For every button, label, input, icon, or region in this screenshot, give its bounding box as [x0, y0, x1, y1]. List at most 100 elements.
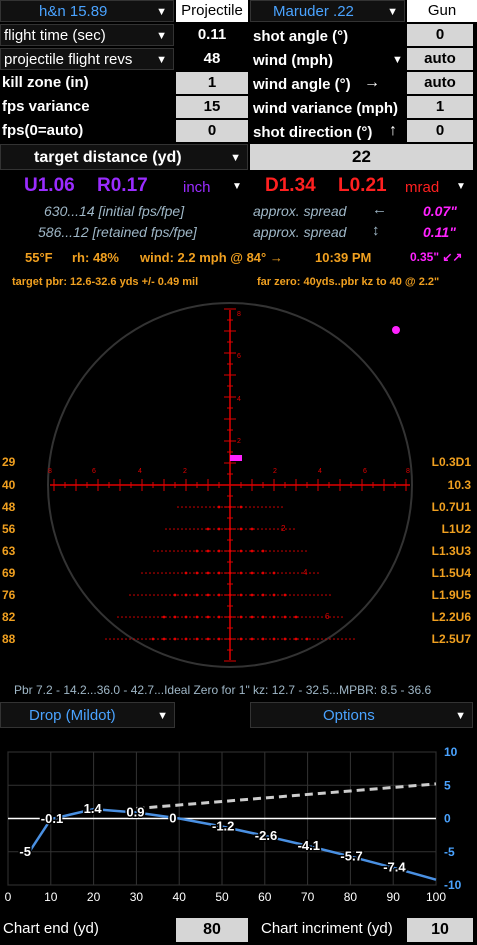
- reticle-dot: [161, 594, 163, 596]
- reticle-dot: [237, 638, 239, 640]
- reticle-dot: [301, 594, 303, 596]
- reticle-dot: [239, 637, 243, 641]
- reticle-dot: [213, 550, 215, 552]
- reticle-dot: [325, 594, 327, 596]
- shot-direction-input[interactable]: 0: [407, 120, 473, 142]
- reticle-dot: [253, 528, 255, 530]
- reticle-dot: [233, 594, 235, 596]
- y-tick-label: -10: [444, 878, 462, 892]
- reticle-dot: [293, 528, 295, 530]
- reticle-dot: [177, 638, 179, 640]
- unit-mrad[interactable]: mrad: [405, 179, 439, 196]
- gun-header[interactable]: Gun: [407, 0, 477, 22]
- reticle-dot: [289, 572, 291, 574]
- reticle-dot: [209, 638, 211, 640]
- reticle-dot: [201, 616, 203, 618]
- unit-inch[interactable]: inch: [183, 179, 211, 196]
- h-tick-label: 8: [48, 468, 52, 475]
- fps-variance-input[interactable]: 15: [176, 96, 248, 118]
- reticle-dot: [121, 616, 123, 618]
- reticle-dot: [181, 616, 183, 618]
- flight-time-select[interactable]: flight time (sec) ▼: [0, 24, 174, 46]
- rifle-dropdown[interactable]: h&n 15.89 ▼: [0, 0, 174, 22]
- wind-angle-input[interactable]: auto: [407, 72, 473, 94]
- reticle-dot: [239, 593, 243, 597]
- chart-end-input[interactable]: 80: [176, 918, 248, 942]
- flight-revs-select[interactable]: projectile flight revs ▼: [0, 48, 174, 70]
- reticle-dot: [189, 594, 191, 596]
- data-label: -5.7: [340, 848, 362, 863]
- chart-increment-input[interactable]: 10: [407, 918, 473, 942]
- reticle-dot: [265, 594, 267, 596]
- reticle-dot: [133, 638, 135, 640]
- gun-dropdown[interactable]: Maruder .22 ▼: [250, 0, 405, 22]
- reticle-dot: [209, 550, 211, 552]
- reticle-dot: [157, 550, 159, 552]
- projectile-header[interactable]: Projectile: [176, 0, 248, 22]
- reticle-dot: [193, 594, 195, 596]
- far-zero: far zero: 40yds..pbr kz to 40 @ 2.2": [257, 276, 440, 288]
- arrow-left-icon: ←: [372, 201, 387, 218]
- reticle-dot: [265, 550, 267, 552]
- chevron-down-icon[interactable]: ▼: [232, 181, 242, 192]
- chevron-down-icon[interactable]: ▼: [392, 54, 403, 66]
- hold-left: L0.21: [338, 175, 387, 196]
- reticle-dot: [201, 572, 203, 574]
- reticle-dot: [281, 594, 283, 596]
- reticle-dot: [213, 638, 215, 640]
- reticle-dot: [217, 505, 221, 509]
- spread-label-v: approx. spread: [253, 224, 347, 240]
- reticle-dot: [193, 616, 195, 618]
- chevron-down-icon[interactable]: ▼: [456, 181, 466, 192]
- reticle-dot: [341, 638, 343, 640]
- reticle-dot: [129, 616, 131, 618]
- reticle-dot: [165, 528, 167, 530]
- range-label: 76: [2, 588, 16, 602]
- reticle-dot: [185, 550, 187, 552]
- reticle-dot: [205, 594, 207, 596]
- target-distance-input[interactable]: 22: [250, 144, 473, 170]
- kill-zone-input[interactable]: 1: [176, 72, 248, 94]
- reticle[interactable]: 8 6 4 2 8 6 4 2 2 4 6 8 2 4 6: [0, 295, 477, 680]
- reticle-dot: [269, 550, 271, 552]
- range-label: 69: [2, 566, 16, 580]
- reticle-dot: [257, 506, 259, 508]
- data-label: -5: [19, 844, 31, 859]
- reticle-dot: [321, 616, 323, 618]
- reticle-dot: [289, 528, 291, 530]
- data-label: -2.6: [255, 828, 277, 843]
- reticle-dot: [283, 615, 287, 619]
- reticle-dot: [257, 572, 259, 574]
- reticle-dot: [272, 593, 276, 597]
- range-label: 56: [2, 522, 16, 536]
- reticle-dot: [184, 615, 188, 619]
- reticle-dot: [213, 506, 215, 508]
- reticle-dot: [228, 527, 232, 531]
- target-distance-select[interactable]: target distance (yd) ▼: [0, 144, 248, 170]
- reticle-dot: [321, 638, 323, 640]
- reticle-dot: [213, 616, 215, 618]
- reticle-dot: [165, 550, 167, 552]
- reticle-dot: [237, 616, 239, 618]
- wind-input[interactable]: auto: [407, 48, 473, 70]
- reticle-dot: [249, 638, 251, 640]
- reticle-dot: [245, 528, 247, 530]
- fps-input[interactable]: 0: [176, 120, 248, 142]
- reticle-dot: [237, 594, 239, 596]
- shot-angle-input[interactable]: 0: [407, 24, 473, 46]
- x-tick-label: 30: [130, 890, 144, 904]
- reticle-dot: [261, 528, 263, 530]
- reticle-dot: [157, 572, 159, 574]
- reticle-dot: [269, 638, 271, 640]
- reticle-dot: [225, 550, 227, 552]
- reticle-dot: [161, 572, 163, 574]
- reticle-dot: [329, 638, 331, 640]
- y-tick-label: 0: [444, 812, 451, 826]
- h-tick-label: 2: [183, 468, 187, 475]
- options-dropdown[interactable]: Options ▼: [250, 702, 473, 728]
- wind-variance-input[interactable]: 1: [407, 96, 473, 118]
- drop-mode-dropdown[interactable]: Drop (Mildot) ▼: [0, 702, 175, 728]
- reticle-dot: [165, 638, 167, 640]
- trajectory-chart[interactable]: -5 -0.1 1.4 0.9 0 -1.2 -2.6 -4.1 -5.7 -7.4 0 10 20 30…: [0, 740, 477, 908]
- reticle-dot: [253, 638, 255, 640]
